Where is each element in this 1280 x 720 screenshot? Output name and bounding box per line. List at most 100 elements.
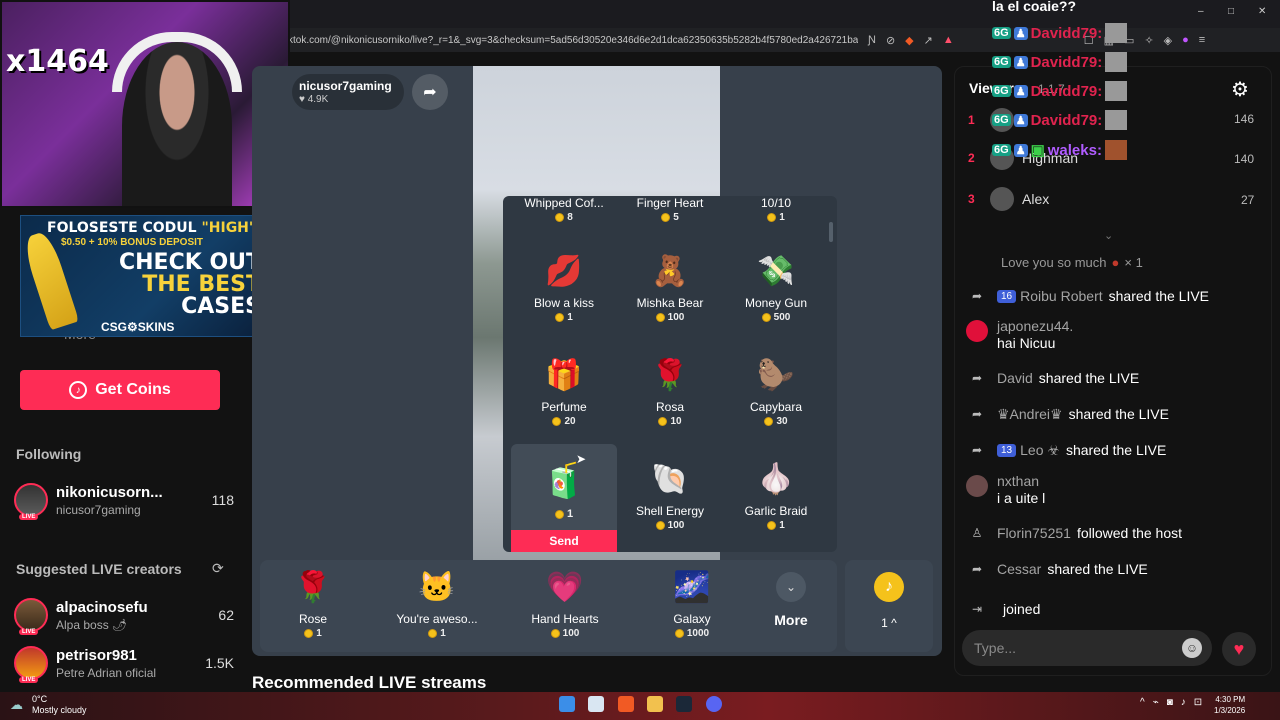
menu-icon[interactable]: ≡ (1199, 34, 1205, 47)
avatar: LIVE (14, 483, 48, 520)
suggested-item[interactable]: LIVE alpacinosefu Alpa boss 🌶 62 (14, 598, 234, 635)
chat-input[interactable]: Type... ☺ (962, 630, 1212, 666)
shell-icon: 🐚 (651, 463, 689, 496)
ranking-row[interactable]: 3 Alex (968, 187, 1049, 211)
gift-price: 20 (564, 416, 576, 427)
discord-icon[interactable] (706, 696, 722, 712)
gift-price: 100 (667, 520, 685, 531)
emoji-icon[interactable]: ☺ (1182, 638, 1202, 658)
tiktok-coin-icon: ♪ (874, 572, 904, 602)
leo-icon[interactable]: ✧ (1144, 34, 1153, 47)
heart-gift-icon: ● (1111, 255, 1120, 270)
gift-shell-energy[interactable]: 🐚 Shell Energy 100 (617, 460, 723, 531)
send-gift-button[interactable]: Send (511, 530, 617, 552)
url-text[interactable]: ktok.com/@nikonicusorniko/live?_r=1&_svg… (288, 35, 858, 46)
chat-text: joined (1003, 601, 1041, 617)
gift-rosa[interactable]: 🌹 Rosa 10 (617, 356, 723, 427)
host-info[interactable]: nicusor7gaming ♥ 4.9K (292, 74, 404, 110)
capybara-icon: 🦫 (757, 359, 795, 392)
quantity-selector[interactable]: 1 ^ (845, 616, 933, 630)
chat-username[interactable]: David (997, 370, 1033, 386)
following-heading: Following (16, 446, 82, 462)
system-tray-icons[interactable]: ^⌁◙♪⊡ (1140, 697, 1210, 708)
emote-image (1105, 23, 1128, 43)
gift-blow-a-kiss[interactable]: 💋 Blow a kiss 1 (511, 252, 617, 323)
gift-item[interactable]: Whipped Cof... 8 (511, 192, 617, 223)
more-gifts-button[interactable]: ⌄ More (760, 572, 822, 628)
chat-username[interactable]: Leo ☣ (1020, 442, 1060, 459)
task-view-icon[interactable] (588, 696, 604, 712)
system-clock[interactable]: 4:30 PM 1/3/2026 (1214, 694, 1245, 716)
extension-icon[interactable]: ⊘ (886, 34, 895, 47)
steam-icon[interactable] (676, 696, 692, 712)
suggested-item[interactable]: LIVE petrisor981 Petre Adrian oficial 1.… (14, 646, 234, 683)
expand-chevron-icon[interactable]: ⌄ (1104, 229, 1113, 242)
get-coins-button[interactable]: ♪ Get Coins (20, 370, 220, 410)
chat-username[interactable]: japonezu44. (997, 318, 1073, 334)
file-explorer-icon[interactable] (647, 696, 663, 712)
share-icon[interactable]: ↗ (924, 34, 933, 47)
chat-username[interactable]: Roibu Robert (1020, 288, 1103, 304)
chat-username[interactable]: Florin75251 (997, 525, 1071, 541)
gift-item[interactable]: Finger Heart 5 (617, 192, 723, 223)
sub-badge-icon: 6G (992, 56, 1011, 68)
gift-perfume[interactable]: 🎁 Perfume 20 (511, 356, 617, 427)
cat-icon: 🐱 (418, 571, 456, 604)
gift-selected-drink[interactable]: 🧃 1 (511, 458, 617, 520)
gift-capybara[interactable]: 🦫 Capybara 30 (723, 356, 829, 427)
coin-icon (555, 213, 565, 222)
chat-username[interactable]: ♛Andrei♛ (997, 406, 1063, 423)
chevron-down-icon: ⌄ (776, 572, 806, 602)
gift-rose[interactable]: 🌹 Rose 1 (263, 568, 363, 639)
viewer-count: 62 (218, 607, 234, 623)
gift-galaxy[interactable]: 🌌 Galaxy 1000 (642, 568, 742, 639)
address-bar[interactable]: ktok.com/@nikonicusorniko/live?_r=1&_svg… (280, 28, 1280, 52)
rose-icon: 🌹 (651, 359, 689, 392)
ranking-score: 27 (1241, 193, 1255, 207)
gift-name: Whipped Cof... (524, 196, 604, 210)
gift-garlic-braid[interactable]: 🧄 Garlic Braid 1 (723, 460, 829, 531)
brave-shield-icon[interactable]: ◆ (905, 34, 913, 47)
refresh-icon[interactable]: ⟳ (212, 560, 224, 577)
gift-mishka-bear[interactable]: 🧸 Mishka Bear 100 (617, 252, 723, 323)
coin-icon (761, 313, 771, 322)
profile-icon[interactable]: ● (1182, 34, 1189, 47)
overlay-line: 6G ♟ Davidd79: (992, 52, 1128, 72)
gift-youre-awesome[interactable]: 🐱 You're aweso... 1 (387, 568, 487, 639)
vpn-icon[interactable]: ◈ (1164, 34, 1172, 47)
weather-widget[interactable]: 0°C Mostly cloudy (32, 694, 87, 716)
like-heart-button[interactable]: ♥ (1222, 632, 1256, 666)
coin-icon (655, 521, 665, 530)
host-name: nicusor7gaming (299, 79, 392, 93)
gift-item[interactable]: 10/10 1 (723, 192, 829, 223)
gift-hand-hearts[interactable]: 💗 Hand Hearts 100 (515, 568, 615, 639)
gift-badge-icon: ▣ (1030, 142, 1045, 159)
emote-image (1105, 110, 1128, 130)
start-windows-icon[interactable] (559, 696, 575, 712)
overlay-line: 6G ♟ Davidd79: (992, 81, 1128, 101)
avatar (966, 475, 988, 497)
gift-price: 5 (673, 212, 679, 223)
csgoskins-ad-banner[interactable]: FOLOSESTE CODUL "HIGH" $0.50 + 10% BONUS… (20, 215, 268, 337)
rewards-icon[interactable]: ▲ (943, 34, 954, 47)
emote-image (1105, 81, 1128, 101)
overlay-user: Davidd79: (1030, 111, 1103, 129)
close-window-button[interactable]: ✕ (1258, 6, 1266, 17)
gift-panel-scrollbar[interactable] (829, 222, 833, 242)
gift-money-gun[interactable]: 💸 Money Gun 500 (723, 252, 829, 323)
settings-gear-icon[interactable]: ⚙ (1231, 77, 1249, 102)
share-button[interactable]: ➦ (412, 74, 448, 110)
gift-name: Rosa (655, 400, 684, 414)
brave-browser-icon[interactable] (618, 696, 634, 712)
minimize-button[interactable]: – (1198, 6, 1204, 17)
chat-username[interactable]: nxthan (997, 473, 1039, 489)
gift-name: Blow a kiss (533, 296, 595, 310)
ad-headline: CHECK OUT THE BEST CASES (119, 250, 262, 319)
maximize-button[interactable]: □ (1228, 6, 1234, 17)
chat-message: ➦ 16 Roibu Robert shared the LIVE (966, 285, 1266, 307)
chat-username[interactable]: Cessar (997, 561, 1041, 577)
share-icon: ➦ (971, 443, 983, 457)
no-translate-icon[interactable]: Ɲ (868, 34, 876, 47)
following-item[interactable]: LIVE nikonicusorn... nicusor7gaming 118 (14, 483, 234, 520)
gift-quantity-box[interactable]: ♪ 1 ^ (845, 560, 933, 652)
